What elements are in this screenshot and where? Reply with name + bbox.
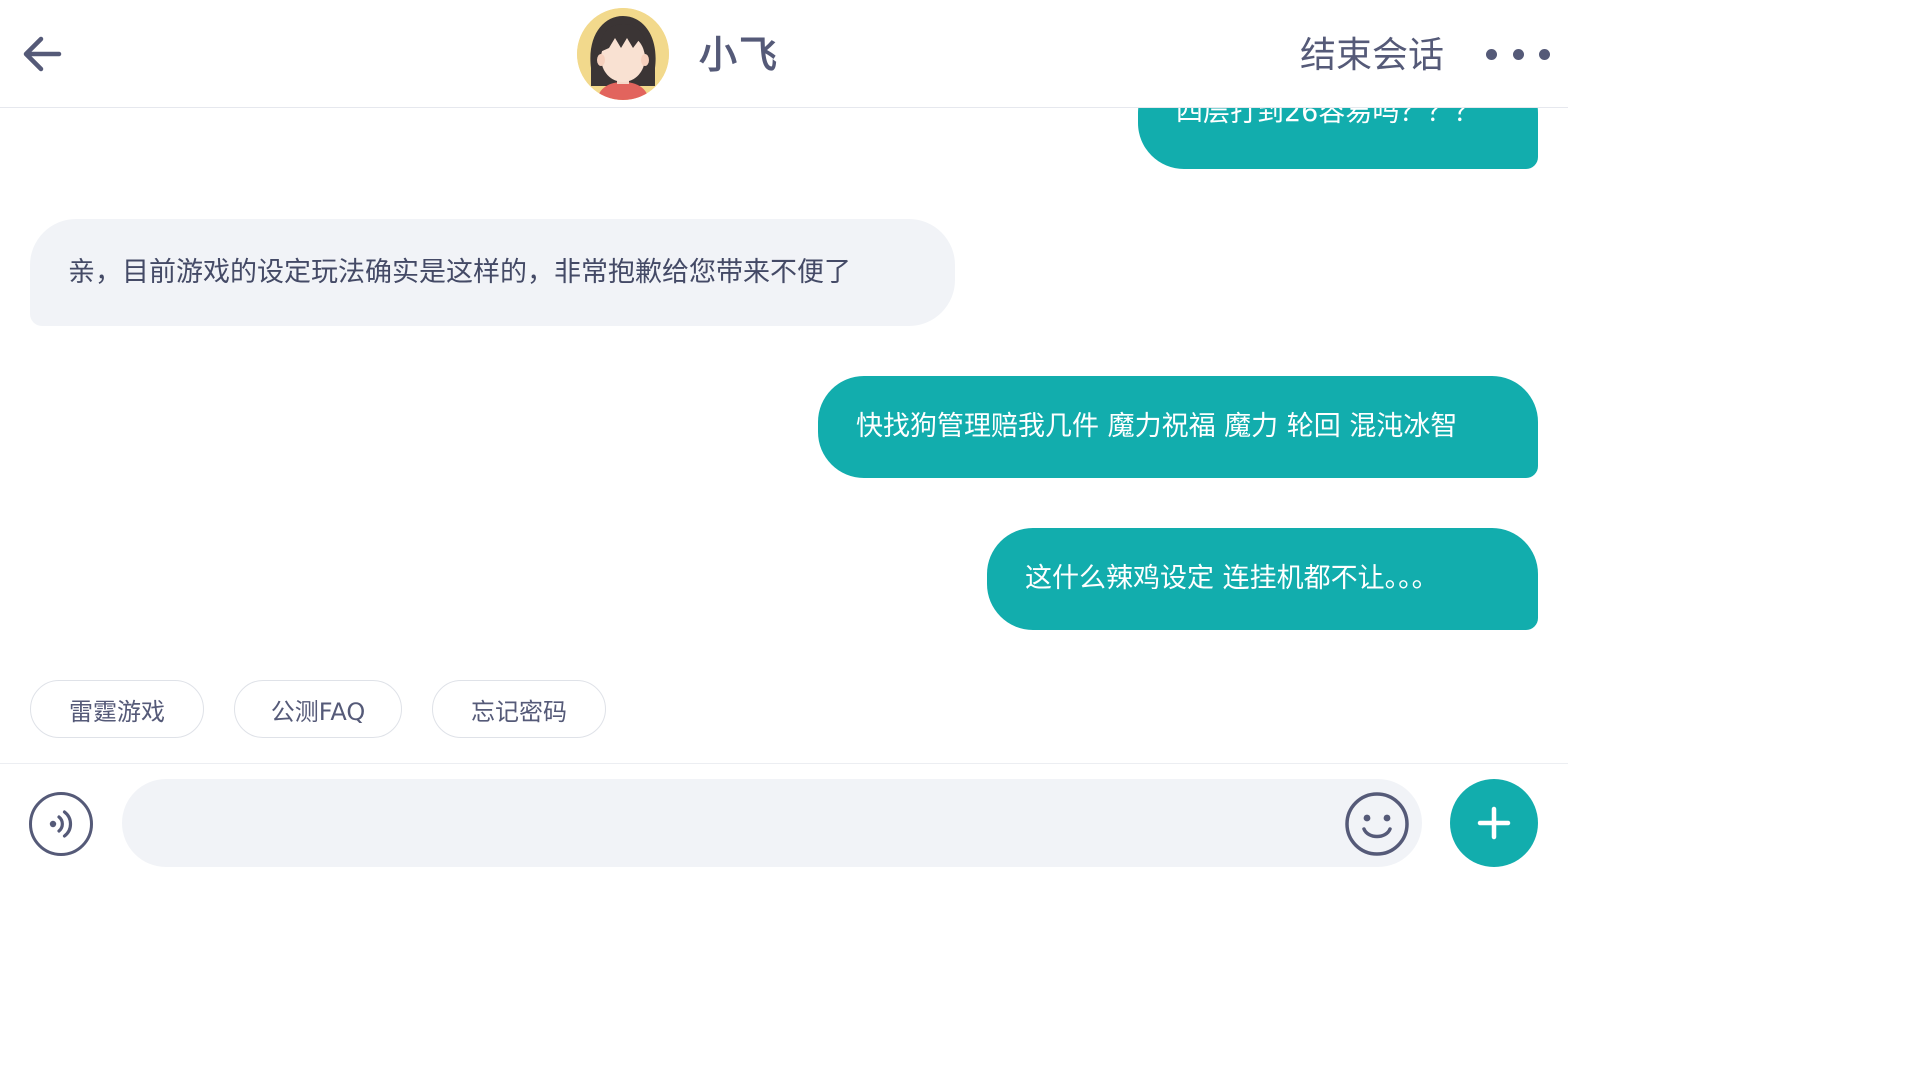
plus-icon (1477, 806, 1511, 840)
avatar (577, 8, 669, 100)
voice-icon (49, 810, 73, 838)
message-text: 四层打到26容易吗？？？ (1176, 107, 1481, 128)
message-text: 亲，目前游戏的设定玩法确实是这样的，非常抱歉给您带来不便了 (68, 256, 851, 288)
chat-screen: 小飞 结束会话 四层打到26容易吗？？？ 亲，目前游戏的设定玩法确实是这样的，非… (0, 0, 1568, 885)
quick-reply-chip[interactable]: 忘记密码 (432, 680, 606, 738)
input-bar (0, 763, 1568, 885)
message-input[interactable] (122, 779, 1422, 867)
voice-input-button[interactable] (29, 792, 93, 856)
emoji-button[interactable] (1344, 791, 1410, 857)
back-button[interactable] (16, 28, 68, 80)
end-session-button[interactable]: 结束会话 (1300, 30, 1444, 82)
message-bubble-outgoing[interactable]: 这什么辣鸡设定 连挂机都不让。。。 (987, 528, 1538, 630)
quick-reply-chip[interactable]: 公测FAQ (234, 680, 402, 738)
header: 小飞 结束会话 (0, 0, 1568, 108)
message-bubble-incoming[interactable]: 亲，目前游戏的设定玩法确实是这样的，非常抱歉给您带来不便了 (30, 219, 955, 326)
contact-name: 小飞 (699, 33, 780, 77)
smiley-icon (1345, 792, 1409, 856)
more-dots-icon (1486, 48, 1497, 60)
message-list: 四层打到26容易吗？？？ 亲，目前游戏的设定玩法确实是这样的，非常抱歉给您带来不… (0, 107, 1568, 763)
girl-avatar-icon (577, 8, 669, 100)
arrow-left-icon (23, 36, 62, 72)
more-options-button[interactable] (1486, 36, 1550, 72)
message-text: 快找狗管理赔我几件 魔力祝福 魔力 轮回 混沌冰智 (856, 411, 1458, 442)
message-bubble-outgoing[interactable]: 四层打到26容易吗？？？ (1138, 107, 1538, 169)
add-attachment-button[interactable] (1450, 779, 1538, 867)
quick-reply-chip[interactable]: 雷霆游戏 (30, 680, 204, 738)
message-bubble-outgoing[interactable]: 快找狗管理赔我几件 魔力祝福 魔力 轮回 混沌冰智 (818, 376, 1538, 478)
message-text: 这什么辣鸡设定 连挂机都不让。。。 (1025, 563, 1439, 594)
